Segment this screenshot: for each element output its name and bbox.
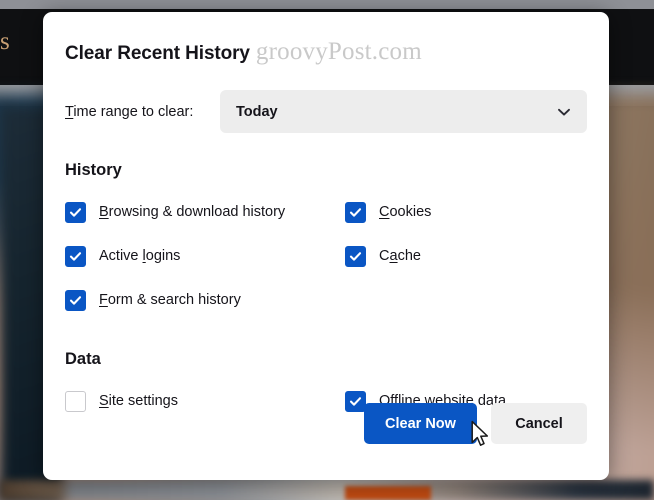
time-range-label: Time range to clear: (65, 104, 220, 120)
checkbox-label: Browsing & download history (99, 204, 285, 220)
dialog-title: Clear Recent History (65, 43, 250, 64)
checkbox-indicator-checked[interactable] (65, 289, 86, 311)
watermark-text: groovyPost.com (255, 38, 422, 65)
accesskey-letter: a (389, 248, 398, 264)
checkbox-label: Cache (379, 248, 421, 264)
checkbox-active-logins[interactable]: Active logins (65, 234, 345, 278)
accesskey-letter: B (99, 204, 109, 220)
checkbox-site-settings[interactable]: Site settings (65, 379, 345, 423)
checkbox-indicator-checked[interactable] (65, 245, 86, 267)
accesskey-letter: C (379, 204, 390, 220)
label-text-pre: Active (99, 248, 143, 264)
checkbox-label: Site settings (99, 393, 178, 409)
history-checkbox-grid: Browsing & download history Cookies Acti… (65, 190, 587, 322)
chevron-down-icon (555, 103, 573, 121)
accesskey-letter: F (99, 292, 108, 308)
screen: s Clear Recent History groovyPost.com Ti… (0, 0, 654, 500)
history-section-heading: History (65, 161, 122, 179)
label-text: ite settings (108, 393, 178, 409)
checkbox-label: Active logins (99, 248, 180, 264)
checkbox-row-empty (345, 278, 587, 322)
checkbox-form-search-history[interactable]: Form & search history (65, 278, 345, 322)
background-partial-text: s (0, 28, 10, 55)
label-text: orm & search history (107, 292, 241, 308)
checkbox-browsing-download-history[interactable]: Browsing & download history (65, 190, 345, 234)
time-range-select[interactable]: Today (220, 90, 587, 133)
data-section-heading: Data (65, 350, 101, 368)
checkbox-cache[interactable]: Cache (345, 234, 587, 278)
label-text-pre: C (379, 248, 390, 264)
background-bottom-strip (0, 480, 654, 500)
checkbox-indicator-checked[interactable] (345, 245, 366, 267)
checkbox-cookies[interactable]: Cookies (345, 190, 587, 234)
checkbox-indicator-checked[interactable] (345, 390, 366, 412)
label-text: ookies (389, 204, 432, 220)
label-text: ogins (145, 248, 181, 264)
time-range-label-text: ime range to clear: (73, 103, 194, 120)
cancel-button[interactable]: Cancel (491, 403, 587, 444)
time-range-selected-value: Today (236, 103, 278, 120)
clear-recent-history-dialog: Clear Recent History groovyPost.com Time… (43, 12, 609, 480)
checkbox-label: Cookies (379, 204, 431, 220)
time-range-row: Time range to clear: Today (65, 90, 587, 133)
background-top-bar (0, 0, 654, 9)
accesskey-letter: S (99, 393, 109, 409)
checkbox-label: Form & search history (99, 292, 241, 308)
checkbox-indicator-checked[interactable] (65, 201, 86, 223)
background-accent-bar (345, 486, 431, 500)
dialog-button-row: Clear Now Cancel (364, 403, 587, 444)
label-text: rowsing & download history (108, 204, 286, 220)
checkbox-indicator-unchecked[interactable] (65, 390, 86, 412)
clear-now-button[interactable]: Clear Now (364, 403, 477, 444)
checkbox-indicator-checked[interactable] (345, 201, 366, 223)
label-text: che (397, 248, 421, 264)
dialog-header: Clear Recent History groovyPost.com (65, 12, 587, 66)
